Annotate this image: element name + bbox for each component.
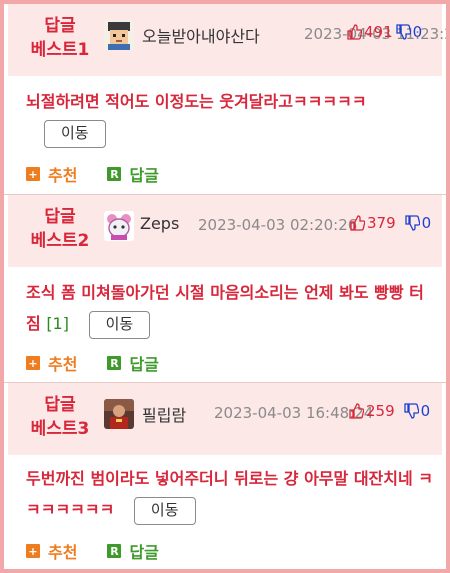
thumbs-down-icon[interactable]	[403, 403, 419, 419]
reply-text: 조식 폼 미쳐돌아가던 시절 마음의소리는 언제 봐도 빵빵 터짐	[26, 283, 424, 333]
upvote-count: 259	[366, 402, 395, 420]
move-button[interactable]: 이동	[133, 496, 196, 525]
vote-counts: 491 0	[346, 23, 422, 41]
downvote-count: 0	[412, 23, 423, 41]
reply-header: 답글 베스트1 오늘받아내야산다 2023-04-03 11:23:2 491	[8, 4, 446, 76]
reply-text: 뇌절하려면 적어도 이정도는 웃겨달라고ㅋㅋㅋㅋㅋ	[26, 92, 367, 111]
avatar[interactable]	[104, 211, 134, 241]
nickname[interactable]: 필립람	[142, 402, 186, 426]
reply-content: 조식 폼 미쳐돌아가던 시절 마음의소리는 언제 봐도 빵빵 터짐 [1] 이동	[26, 277, 436, 339]
reply-body: 두번까진 범이라도 넣어주더니 뒤로는 걍 아무말 대잔치네 ㅋㅋㅋㅋㅋㅋㅋ 이…	[8, 455, 442, 569]
recommend-button[interactable]: 추천	[48, 351, 77, 375]
reply-icon[interactable]: R	[107, 167, 122, 181]
avatar[interactable]	[104, 20, 134, 50]
thumbs-down-icon[interactable]	[395, 24, 411, 40]
upvote-count: 379	[367, 214, 396, 232]
reply-button[interactable]: 답글	[129, 162, 158, 186]
reply-icon[interactable]: R	[107, 356, 122, 370]
reply-button[interactable]: 답글	[129, 539, 158, 563]
thumbs-up-icon[interactable]	[348, 403, 364, 419]
reply-header: 답글 베스트2 Zeps 2023-04-03 02:20:26 379 0	[8, 195, 442, 267]
reply-body: 뇌절하려면 적어도 이정도는 웃겨달라고ㅋㅋㅋㅋㅋ 이동 + 추천 R 답글	[8, 76, 442, 194]
thumbs-up-icon[interactable]	[349, 215, 365, 231]
recommend-button[interactable]: 추천	[48, 539, 77, 563]
downvote-count: 0	[421, 214, 432, 232]
reply-icon[interactable]: R	[107, 544, 122, 558]
vote-counts: 259 0	[348, 402, 430, 420]
move-button[interactable]: 이동	[88, 310, 151, 339]
best-reply-3: 답글 베스트3 필립람 2023-04-03 16:48:24 259 0 두번…	[8, 383, 442, 569]
reply-actions: + 추천 R 답글	[26, 162, 159, 186]
timestamp: 2023-04-03 02:20:26	[198, 216, 358, 234]
best-rank-label: 답글 베스트2	[30, 207, 90, 251]
reply-body: 조식 폼 미쳐돌아가던 시절 마음의소리는 언제 봐도 빵빵 터짐 [1] 이동…	[8, 267, 442, 382]
reply-actions: + 추천 R 답글	[26, 539, 159, 563]
recommend-button[interactable]: 추천	[48, 162, 77, 186]
best-rank-label: 답글 베스트1	[30, 16, 90, 60]
best-reply-2: 답글 베스트2 Zeps 2023-04-03 02:20:26 379 0 조…	[8, 195, 442, 382]
downvote-count: 0	[420, 402, 431, 420]
reply-header: 답글 베스트3 필립람 2023-04-03 16:48:24 259 0	[8, 383, 442, 455]
nickname[interactable]: Zeps	[140, 214, 179, 233]
best-replies-panel: 답글 베스트1 오늘받아내야산다 2023-04-03 11:23:2 491	[0, 0, 450, 573]
plus-icon[interactable]: +	[26, 544, 40, 558]
upvote-count: 491	[364, 23, 393, 41]
plus-icon[interactable]: +	[26, 356, 40, 370]
nickname[interactable]: 오늘받아내야산다	[142, 23, 260, 47]
reply-text: 두번까진 범이라도 넣어주더니 뒤로는 걍 아무말 대잔치네 ㅋㅋㅋㅋㅋㅋㅋ	[26, 469, 433, 519]
reply-button[interactable]: 답글	[129, 351, 158, 375]
reply-actions: + 추천 R 답글	[26, 351, 159, 375]
move-button[interactable]: 이동	[44, 119, 106, 148]
plus-icon[interactable]: +	[26, 167, 40, 181]
thumbs-up-icon[interactable]	[346, 24, 362, 40]
best-reply-1: 답글 베스트1 오늘받아내야산다 2023-04-03 11:23:2 491	[8, 4, 446, 194]
vote-counts: 379 0	[349, 214, 431, 232]
comment-count[interactable]: [1]	[46, 314, 69, 333]
thumbs-down-icon[interactable]	[404, 215, 420, 231]
avatar[interactable]	[104, 399, 134, 429]
best-rank-label: 답글 베스트3	[30, 395, 90, 439]
reply-content: 뇌절하려면 적어도 이정도는 웃겨달라고ㅋㅋㅋㅋㅋ 이동	[26, 86, 436, 148]
reply-content: 두번까진 범이라도 넣어주더니 뒤로는 걍 아무말 대잔치네 ㅋㅋㅋㅋㅋㅋㅋ 이…	[26, 463, 436, 525]
